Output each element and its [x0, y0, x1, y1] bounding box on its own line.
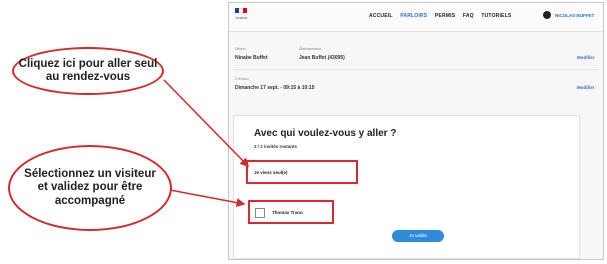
option-alone-label: Je viens seul(e)	[254, 170, 288, 175]
slot-value: Dimanche 17 sept. - 09:15 à 10:15	[235, 85, 315, 91]
nav-item-permis[interactable]: PERMIS	[435, 13, 455, 19]
logo-text: Justice	[235, 15, 248, 20]
establishment-value: Jean Buffet (43095)	[299, 55, 345, 61]
detainee-value: Ninabe Buffet	[235, 55, 268, 61]
user-name[interactable]: NICOLAS BUFFET	[555, 13, 594, 18]
flag-icon	[235, 8, 247, 13]
nav-item-parloirs[interactable]: PARLOIRS	[400, 13, 427, 19]
establishment-label: Établissement	[299, 47, 321, 51]
callout-visitor: Sélectionnez un visiteur et validez pour…	[8, 145, 172, 231]
question-title: Avec qui voulez-vous y aller ?	[254, 128, 397, 139]
visitor-name: Thomas Trano	[272, 210, 303, 215]
modify-slot-link[interactable]: Modifier	[577, 85, 595, 90]
nav-item-faq[interactable]: FAQ	[463, 13, 474, 19]
user-icon[interactable]	[543, 11, 551, 19]
callout-alone: Cliquez ici pour aller seul au rendez-vo…	[12, 47, 164, 95]
nav-item-accueil[interactable]: ACCUEIL	[369, 13, 393, 19]
nav-item-tutoriels[interactable]: TUTORIELS	[481, 13, 511, 19]
top-navigation-bar: Justice ACCUEIL PARLOIRS PERMIS FAQ TUTO…	[229, 3, 603, 32]
visitor-checkbox[interactable]	[255, 208, 265, 218]
callout-alone-text: Cliquez ici pour aller seul au rendez-vo…	[18, 57, 158, 83]
screenshot-frame: Justice ACCUEIL PARLOIRS PERMIS FAQ TUTO…	[228, 2, 604, 260]
callout-visitor-text: Sélectionnez un visiteur et validez pour…	[24, 168, 156, 207]
republique-logo[interactable]: Justice	[235, 8, 249, 26]
detainee-label: Détenu	[235, 47, 247, 51]
option-alone-button[interactable]: Je viens seul(e)	[246, 160, 358, 184]
main-nav: ACCUEIL PARLOIRS PERMIS FAQ TUTORIELS	[369, 13, 517, 19]
divider	[233, 69, 599, 70]
option-visitor-row[interactable]: Thomas Trano	[248, 200, 334, 224]
companion-card: Avec qui voulez-vous y aller ? 2 / 2 inv…	[233, 115, 580, 259]
booking-summary: Détenu Ninabe Buffet Établissement Jean …	[229, 33, 603, 103]
modify-detainee-link[interactable]: Modifier	[577, 55, 595, 60]
validate-button[interactable]: Je valide	[392, 230, 444, 242]
slot-label: Créneau	[235, 77, 249, 81]
guests-remaining: 2 / 2 invités restants	[254, 144, 298, 149]
